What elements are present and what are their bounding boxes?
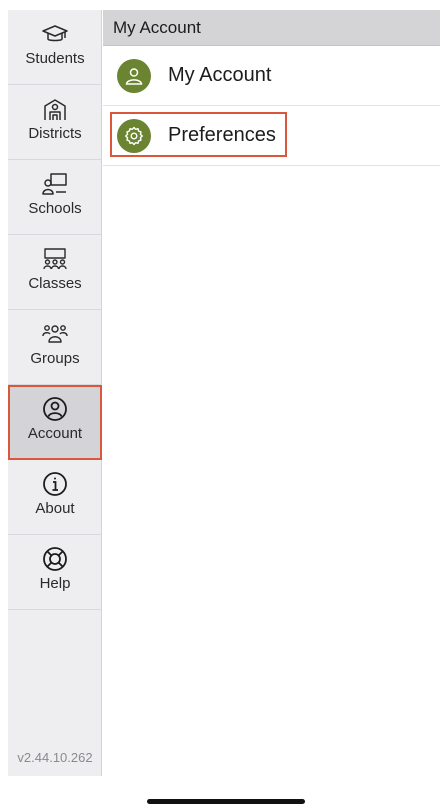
app-version: v2.44.10.262	[17, 750, 93, 765]
list-item-label: Preferences	[168, 124, 276, 146]
main-content: My Account My Account Preferences	[103, 10, 440, 776]
classroom-icon	[42, 247, 68, 271]
sidebar-item-label: About	[35, 500, 75, 517]
group-people-icon	[42, 322, 68, 346]
sidebar-item-label: Schools	[28, 200, 82, 217]
sidebar-item-label: Classes	[28, 275, 82, 292]
gear-icon	[117, 118, 151, 153]
sidebar-item-label: Groups	[30, 350, 80, 367]
sidebar-item-groups[interactable]: Groups	[8, 310, 102, 385]
list-item-my-account[interactable]: My Account	[103, 46, 440, 106]
graduation-cap-icon	[42, 22, 68, 46]
user-icon	[117, 58, 151, 93]
sidebar: Students Districts Schools Classes Group…	[8, 10, 102, 776]
account-icon	[42, 397, 68, 421]
sidebar-item-account[interactable]: Account	[8, 385, 102, 460]
sidebar-item-label: Students	[25, 50, 85, 67]
sidebar-item-about[interactable]: About	[8, 460, 102, 535]
sidebar-item-districts[interactable]: Districts	[8, 85, 102, 160]
sidebar-item-schools[interactable]: Schools	[8, 160, 102, 235]
sidebar-item-label: Help	[39, 575, 71, 592]
info-icon	[42, 472, 68, 496]
page-title: My Account	[103, 10, 440, 46]
teacher-board-icon	[42, 172, 68, 196]
sidebar-item-help[interactable]: Help	[8, 535, 102, 610]
sidebar-item-students[interactable]: Students	[8, 10, 102, 85]
district-building-icon	[42, 97, 68, 121]
list-item-label: My Account	[168, 64, 272, 86]
lifebuoy-icon	[42, 547, 68, 571]
home-indicator	[147, 799, 305, 804]
sidebar-item-label: Account	[27, 425, 83, 442]
list-item-preferences[interactable]: Preferences	[103, 106, 440, 166]
sidebar-item-label: Districts	[28, 125, 82, 142]
sidebar-item-classes[interactable]: Classes	[8, 235, 102, 310]
